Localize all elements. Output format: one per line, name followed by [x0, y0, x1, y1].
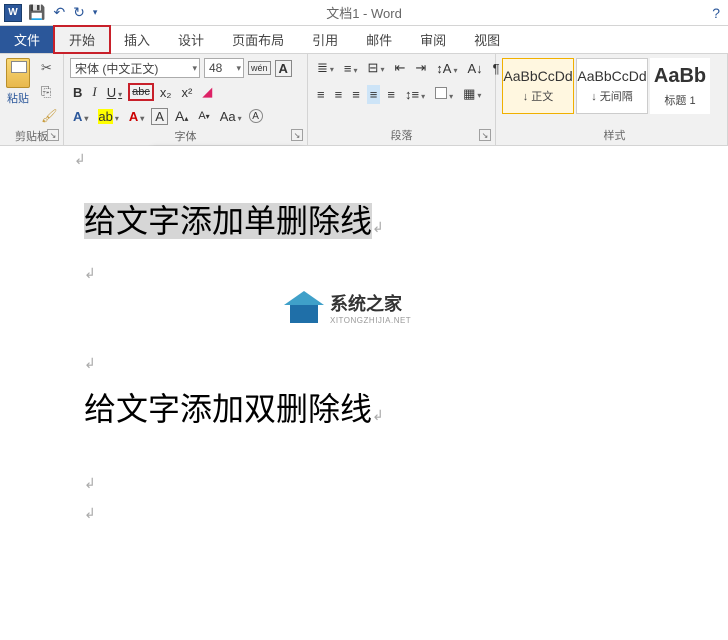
house-icon	[284, 291, 324, 325]
tab-view[interactable]: 视图	[460, 26, 514, 53]
qat-more-icon[interactable]: ▾	[91, 7, 100, 18]
align-center-button[interactable]: ≡	[332, 85, 346, 104]
document-line-1[interactable]: 给文字添加单删除线	[84, 203, 372, 239]
font-size-combo[interactable]: 48▾	[204, 58, 244, 78]
group-clipboard: 粘贴 ✂ ⎘ 🖌 剪贴板 ↘	[0, 54, 64, 145]
ribbon-tabs: 文件 开始 插入 设计 页面布局 引用 邮件 审阅 视图	[0, 26, 728, 54]
change-case-button[interactable]: Aa	[217, 107, 245, 126]
shrink-font-button[interactable]: A▾	[195, 108, 212, 124]
document-line-2[interactable]: 给文字添加双删除线	[84, 391, 372, 427]
tab-home[interactable]: 开始	[54, 26, 110, 53]
text-direction-button[interactable]: ↕A	[433, 59, 460, 78]
paragraph-launcher[interactable]: ↘	[479, 129, 491, 141]
window-title: 文档1 - Word	[326, 3, 402, 22]
logo-text-cn: 系统之家	[330, 290, 411, 316]
group-font-label: 字体	[70, 126, 301, 144]
font-color-button[interactable]: A	[126, 107, 147, 126]
shading-button[interactable]	[432, 85, 456, 104]
style-preview: AaBbCcDd	[503, 68, 572, 84]
document-page[interactable]: ↲ 给文字添加单删除线↲ ↲ 系统之家 XITONGZHIJIA.NET ↲ 给…	[84, 146, 684, 640]
style-name: 标题 1	[664, 92, 695, 108]
sort-button[interactable]: A↓	[464, 59, 485, 78]
multilevel-button[interactable]: ⊟	[365, 58, 388, 78]
tab-file[interactable]: 文件	[0, 26, 54, 53]
save-icon[interactable]: 💾	[26, 4, 47, 21]
font-name-combo[interactable]: 宋体 (中文正文)▾	[70, 58, 200, 78]
quick-access-toolbar: W 💾 ↶ ↻ ▾	[0, 4, 103, 22]
tab-design[interactable]: 设计	[164, 26, 218, 53]
group-paragraph: ≣ ≡ ⊟ ⇤ ⇥ ↕A A↓ ¶ ≡ ≡ ≡ ≡ ≡ ↕≡ ▦ 段落 ↘	[308, 54, 496, 145]
tab-mailings[interactable]: 邮件	[352, 26, 406, 53]
tab-review[interactable]: 审阅	[406, 26, 460, 53]
borders-button[interactable]: ▦	[460, 84, 484, 104]
redo-icon[interactable]: ↻	[71, 4, 87, 21]
numbering-button[interactable]: ≡	[341, 59, 361, 78]
tab-insert[interactable]: 插入	[110, 26, 164, 53]
logo-text-en: XITONGZHIJIA.NET	[330, 316, 411, 325]
bullets-button[interactable]: ≣	[314, 58, 337, 78]
align-left-button[interactable]: ≡	[314, 85, 328, 104]
paragraph-mark-icon: ↲	[372, 221, 384, 236]
justify-button[interactable]: ≡	[367, 85, 381, 104]
style-normal[interactable]: AaBbCcDd ↓ 正文	[502, 58, 574, 114]
paragraph-mark-icon: ↲	[372, 409, 384, 424]
group-font: 宋体 (中文正文)▾ 48▾ wén A B I U abc x₂ x² ◢ A…	[64, 54, 308, 145]
decrease-indent-button[interactable]: ⇤	[391, 58, 408, 78]
increase-indent-button[interactable]: ⇥	[412, 58, 429, 78]
group-styles-label: 样式	[502, 125, 727, 143]
style-heading1[interactable]: AaBb 标题 1	[650, 58, 710, 114]
enclose-char-button[interactable]: A	[249, 109, 263, 123]
bold-button[interactable]: B	[70, 83, 85, 102]
paragraph-mark-icon: ↲	[84, 356, 96, 373]
line-spacing-button[interactable]: ↕≡	[402, 85, 428, 104]
char-border-button[interactable]: A	[275, 60, 292, 77]
style-name: ↓ 正文	[523, 88, 554, 104]
document-area: 删除线 在文本中间画一条线。 ↲ 给文字添加单删除线↲ ↲ 系统之家 XITON…	[0, 146, 728, 640]
group-paragraph-label: 段落	[314, 125, 489, 143]
clipboard-launcher[interactable]: ↘	[47, 129, 59, 141]
undo-icon[interactable]: ↶	[51, 4, 67, 21]
phonetic-guide-button[interactable]: wén	[248, 61, 271, 75]
paste-icon	[6, 58, 30, 88]
style-preview: AaBb	[654, 65, 706, 88]
distribute-button[interactable]: ≡	[384, 85, 398, 104]
style-nospacing[interactable]: AaBbCcDd ↓ 无间隔	[576, 58, 648, 114]
copy-button[interactable]: ⎘	[38, 82, 61, 102]
highlight-button[interactable]: ab	[95, 107, 121, 126]
char-shading-button[interactable]: A	[151, 108, 168, 125]
font-launcher[interactable]: ↘	[291, 129, 303, 141]
paragraph-mark-icon: ↲	[84, 506, 96, 523]
grow-font-button[interactable]: A▴	[172, 106, 191, 126]
paragraph-mark-icon: ↲	[84, 266, 96, 283]
paragraph-mark-icon: ↲	[84, 476, 96, 493]
paragraph-mark-icon: ↲	[74, 152, 86, 169]
text-effects-button[interactable]: A	[70, 107, 91, 126]
tab-layout[interactable]: 页面布局	[218, 26, 298, 53]
underline-button[interactable]: U	[104, 83, 125, 102]
italic-button[interactable]: I	[89, 82, 99, 102]
font-size-value: 48	[209, 61, 222, 75]
font-name-value: 宋体 (中文正文)	[75, 60, 158, 77]
style-name: ↓ 无间隔	[591, 88, 633, 104]
clear-format-button[interactable]: ◢	[199, 82, 215, 102]
tab-references[interactable]: 引用	[298, 26, 352, 53]
paste-label: 粘贴	[7, 90, 29, 106]
style-preview: AaBbCcDd	[577, 68, 646, 84]
cut-button[interactable]: ✂	[38, 58, 61, 78]
align-right-button[interactable]: ≡	[349, 85, 363, 104]
format-painter-button[interactable]: 🖌	[38, 106, 61, 126]
watermark-logo: 系统之家 XITONGZHIJIA.NET	[284, 290, 411, 325]
help-icon[interactable]: ?	[712, 5, 720, 21]
ribbon: 粘贴 ✂ ⎘ 🖌 剪贴板 ↘ 宋体 (中文正文)▾ 48▾ wén A	[0, 54, 728, 146]
title-bar: W 💾 ↶ ↻ ▾ 文档1 - Word ?	[0, 0, 728, 26]
strikethrough-button[interactable]: abc	[129, 84, 153, 100]
group-styles: AaBbCcDd ↓ 正文 AaBbCcDd ↓ 无间隔 AaBb 标题 1 样…	[496, 54, 728, 145]
superscript-button[interactable]: x²	[178, 83, 195, 102]
subscript-button[interactable]: x₂	[157, 83, 175, 102]
paste-button[interactable]: 粘贴	[6, 58, 30, 106]
word-app-icon[interactable]: W	[4, 4, 22, 22]
